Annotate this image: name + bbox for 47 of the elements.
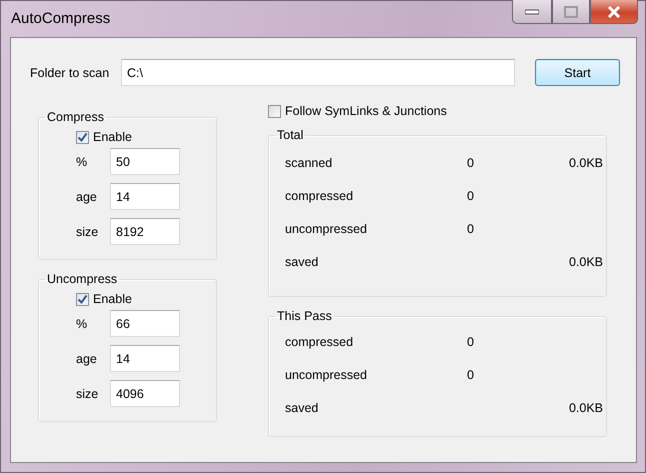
stat-count: 0	[467, 222, 474, 236]
number-field[interactable]: 66	[110, 310, 180, 337]
field-label: age	[76, 352, 98, 366]
minimize-button[interactable]	[512, 0, 552, 24]
stat-label: compressed	[285, 188, 354, 202]
stat-size: 0.0KB	[568, 254, 603, 268]
follow-checkbox[interactable]	[268, 104, 281, 118]
number-field[interactable]: 8192	[110, 218, 180, 245]
stat-count: 0	[467, 334, 474, 348]
follow-label: Follow SymLinks & Junctions	[285, 104, 447, 118]
folder-label: Folder to scan	[30, 66, 110, 80]
enable-checkbox[interactable]	[76, 292, 89, 306]
stat-label: compressed	[285, 334, 354, 348]
enable-label: Enable	[93, 292, 132, 306]
close-button[interactable]	[590, 0, 638, 24]
stat-count: 0	[467, 188, 474, 202]
number-field[interactable]: 4096	[110, 380, 180, 407]
stat-label: saved	[285, 400, 320, 414]
field-label: size	[76, 224, 100, 238]
field-label: %	[76, 154, 88, 168]
field-label: size	[76, 386, 100, 400]
stat-size: 0.0KB	[568, 156, 603, 170]
close-icon	[607, 6, 621, 18]
maximize-icon	[564, 6, 578, 18]
enable-label: Enable	[93, 130, 132, 144]
minimize-icon	[525, 8, 539, 14]
group-title: This Pass	[276, 309, 333, 323]
enable-checkbox[interactable]	[76, 130, 89, 144]
field-label: %	[76, 316, 88, 330]
group-title: Compress	[46, 110, 105, 124]
number-field[interactable]: 14	[110, 345, 180, 372]
stat-count: 0	[467, 368, 474, 382]
stat-label: saved	[285, 254, 320, 268]
folder-field[interactable]: C:\	[121, 59, 515, 86]
number-field[interactable]: 50	[110, 148, 180, 175]
maximize-button[interactable]	[552, 0, 590, 24]
field-label: age	[76, 190, 98, 204]
window-title: AutoCompress	[11, 10, 110, 27]
stat-count: 0	[467, 156, 474, 170]
stat-label: uncompressed	[285, 368, 368, 382]
number-field[interactable]: 14	[110, 183, 180, 210]
group-title: Total	[276, 128, 304, 142]
stat-label: scanned	[285, 156, 334, 170]
group-title: Uncompress	[46, 272, 118, 286]
stat-size: 0.0KB	[568, 400, 603, 414]
start-button[interactable]: Start	[535, 59, 620, 86]
stat-label: uncompressed	[285, 222, 368, 236]
